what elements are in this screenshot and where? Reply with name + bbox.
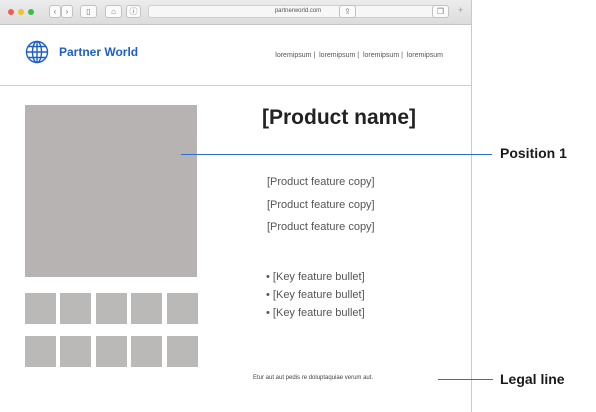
- thumbnail[interactable]: [131, 336, 162, 367]
- close-window-dot[interactable]: [8, 9, 14, 15]
- bullet-dot-icon: •: [266, 307, 273, 319]
- legal-line: Etur aut aut pedis re doluptaquiae verum…: [253, 375, 374, 381]
- nav-link[interactable]: loremipsum: [319, 52, 355, 59]
- bullet-dot-icon: •: [266, 289, 273, 301]
- share-icon: ⇪: [344, 7, 351, 16]
- tabs-icon: ❐: [436, 7, 445, 16]
- bullet-dot-icon: •: [266, 271, 273, 283]
- position-1-callout: Position 1: [500, 145, 567, 161]
- thumbnail[interactable]: [131, 293, 162, 324]
- chevron-left-icon: ‹: [53, 7, 57, 16]
- thumbnail[interactable]: [167, 336, 198, 367]
- bullet-text: [Key feature bullet]: [272, 289, 365, 301]
- thumbnail[interactable]: [60, 336, 91, 367]
- browser-window: ‹ › ▯ ⌂ ⓘ partnerworld.com ⇪ ❐ + Partner…: [0, 0, 472, 412]
- key-feature-bullet: • [Key feature bullet]: [266, 271, 365, 283]
- product-title: [Product name]: [262, 106, 417, 129]
- legal-leader-line: [438, 379, 493, 380]
- maximize-window-dot[interactable]: [28, 9, 34, 15]
- brand-name[interactable]: Partner World: [59, 45, 138, 59]
- back-button[interactable]: ‹: [49, 5, 61, 18]
- info-button[interactable]: ⓘ: [126, 5, 141, 18]
- thumbnail[interactable]: [25, 336, 56, 367]
- nav-link[interactable]: loremipsum: [275, 52, 311, 59]
- chevron-right-icon: ›: [65, 7, 69, 16]
- share-button[interactable]: ⇪: [339, 5, 356, 18]
- minimize-window-dot[interactable]: [18, 9, 24, 15]
- thumbnail[interactable]: [96, 336, 127, 367]
- position-1-leader-line: [181, 154, 492, 155]
- home-icon: ⌂: [111, 7, 116, 16]
- key-feature-bullet: • [Key feature bullet]: [266, 307, 365, 319]
- feature-copy: [Product feature copy]: [267, 176, 375, 188]
- bullet-text: [Key feature bullet]: [272, 307, 365, 319]
- legal-line-callout: Legal line: [500, 371, 565, 387]
- address-bar[interactable]: partnerworld.com: [148, 5, 448, 18]
- bullet-text: [Key feature bullet]: [272, 271, 365, 283]
- product-image: [25, 105, 197, 277]
- url-text: partnerworld.com: [274, 8, 322, 14]
- feature-copy: [Product feature copy]: [267, 199, 375, 211]
- home-button[interactable]: ⌂: [105, 5, 122, 18]
- feature-copy: [Product feature copy]: [267, 221, 375, 233]
- sidebar-button[interactable]: ▯: [80, 5, 97, 18]
- plus-icon[interactable]: +: [458, 5, 463, 15]
- thumbnail[interactable]: [25, 293, 56, 324]
- nav-link[interactable]: loremipsum: [407, 52, 443, 59]
- thumbnail[interactable]: [96, 293, 127, 324]
- forward-button[interactable]: ›: [61, 5, 73, 18]
- tabs-button[interactable]: ❐: [432, 5, 449, 18]
- thumbnail[interactable]: [60, 293, 91, 324]
- info-icon: ⓘ: [129, 7, 138, 16]
- browser-toolbar: ‹ › ▯ ⌂ ⓘ partnerworld.com ⇪ ❐ +: [0, 0, 471, 25]
- sidebar-icon: ▯: [86, 7, 91, 16]
- thumbnail[interactable]: [167, 293, 198, 324]
- globe-icon: [25, 40, 49, 64]
- nav-link[interactable]: loremipsum: [363, 52, 399, 59]
- key-feature-bullet: • [Key feature bullet]: [266, 289, 365, 301]
- site-header: Partner World loremipsum | loremipsum | …: [0, 25, 471, 86]
- top-nav: loremipsum | loremipsum | loremipsum | l…: [275, 52, 443, 59]
